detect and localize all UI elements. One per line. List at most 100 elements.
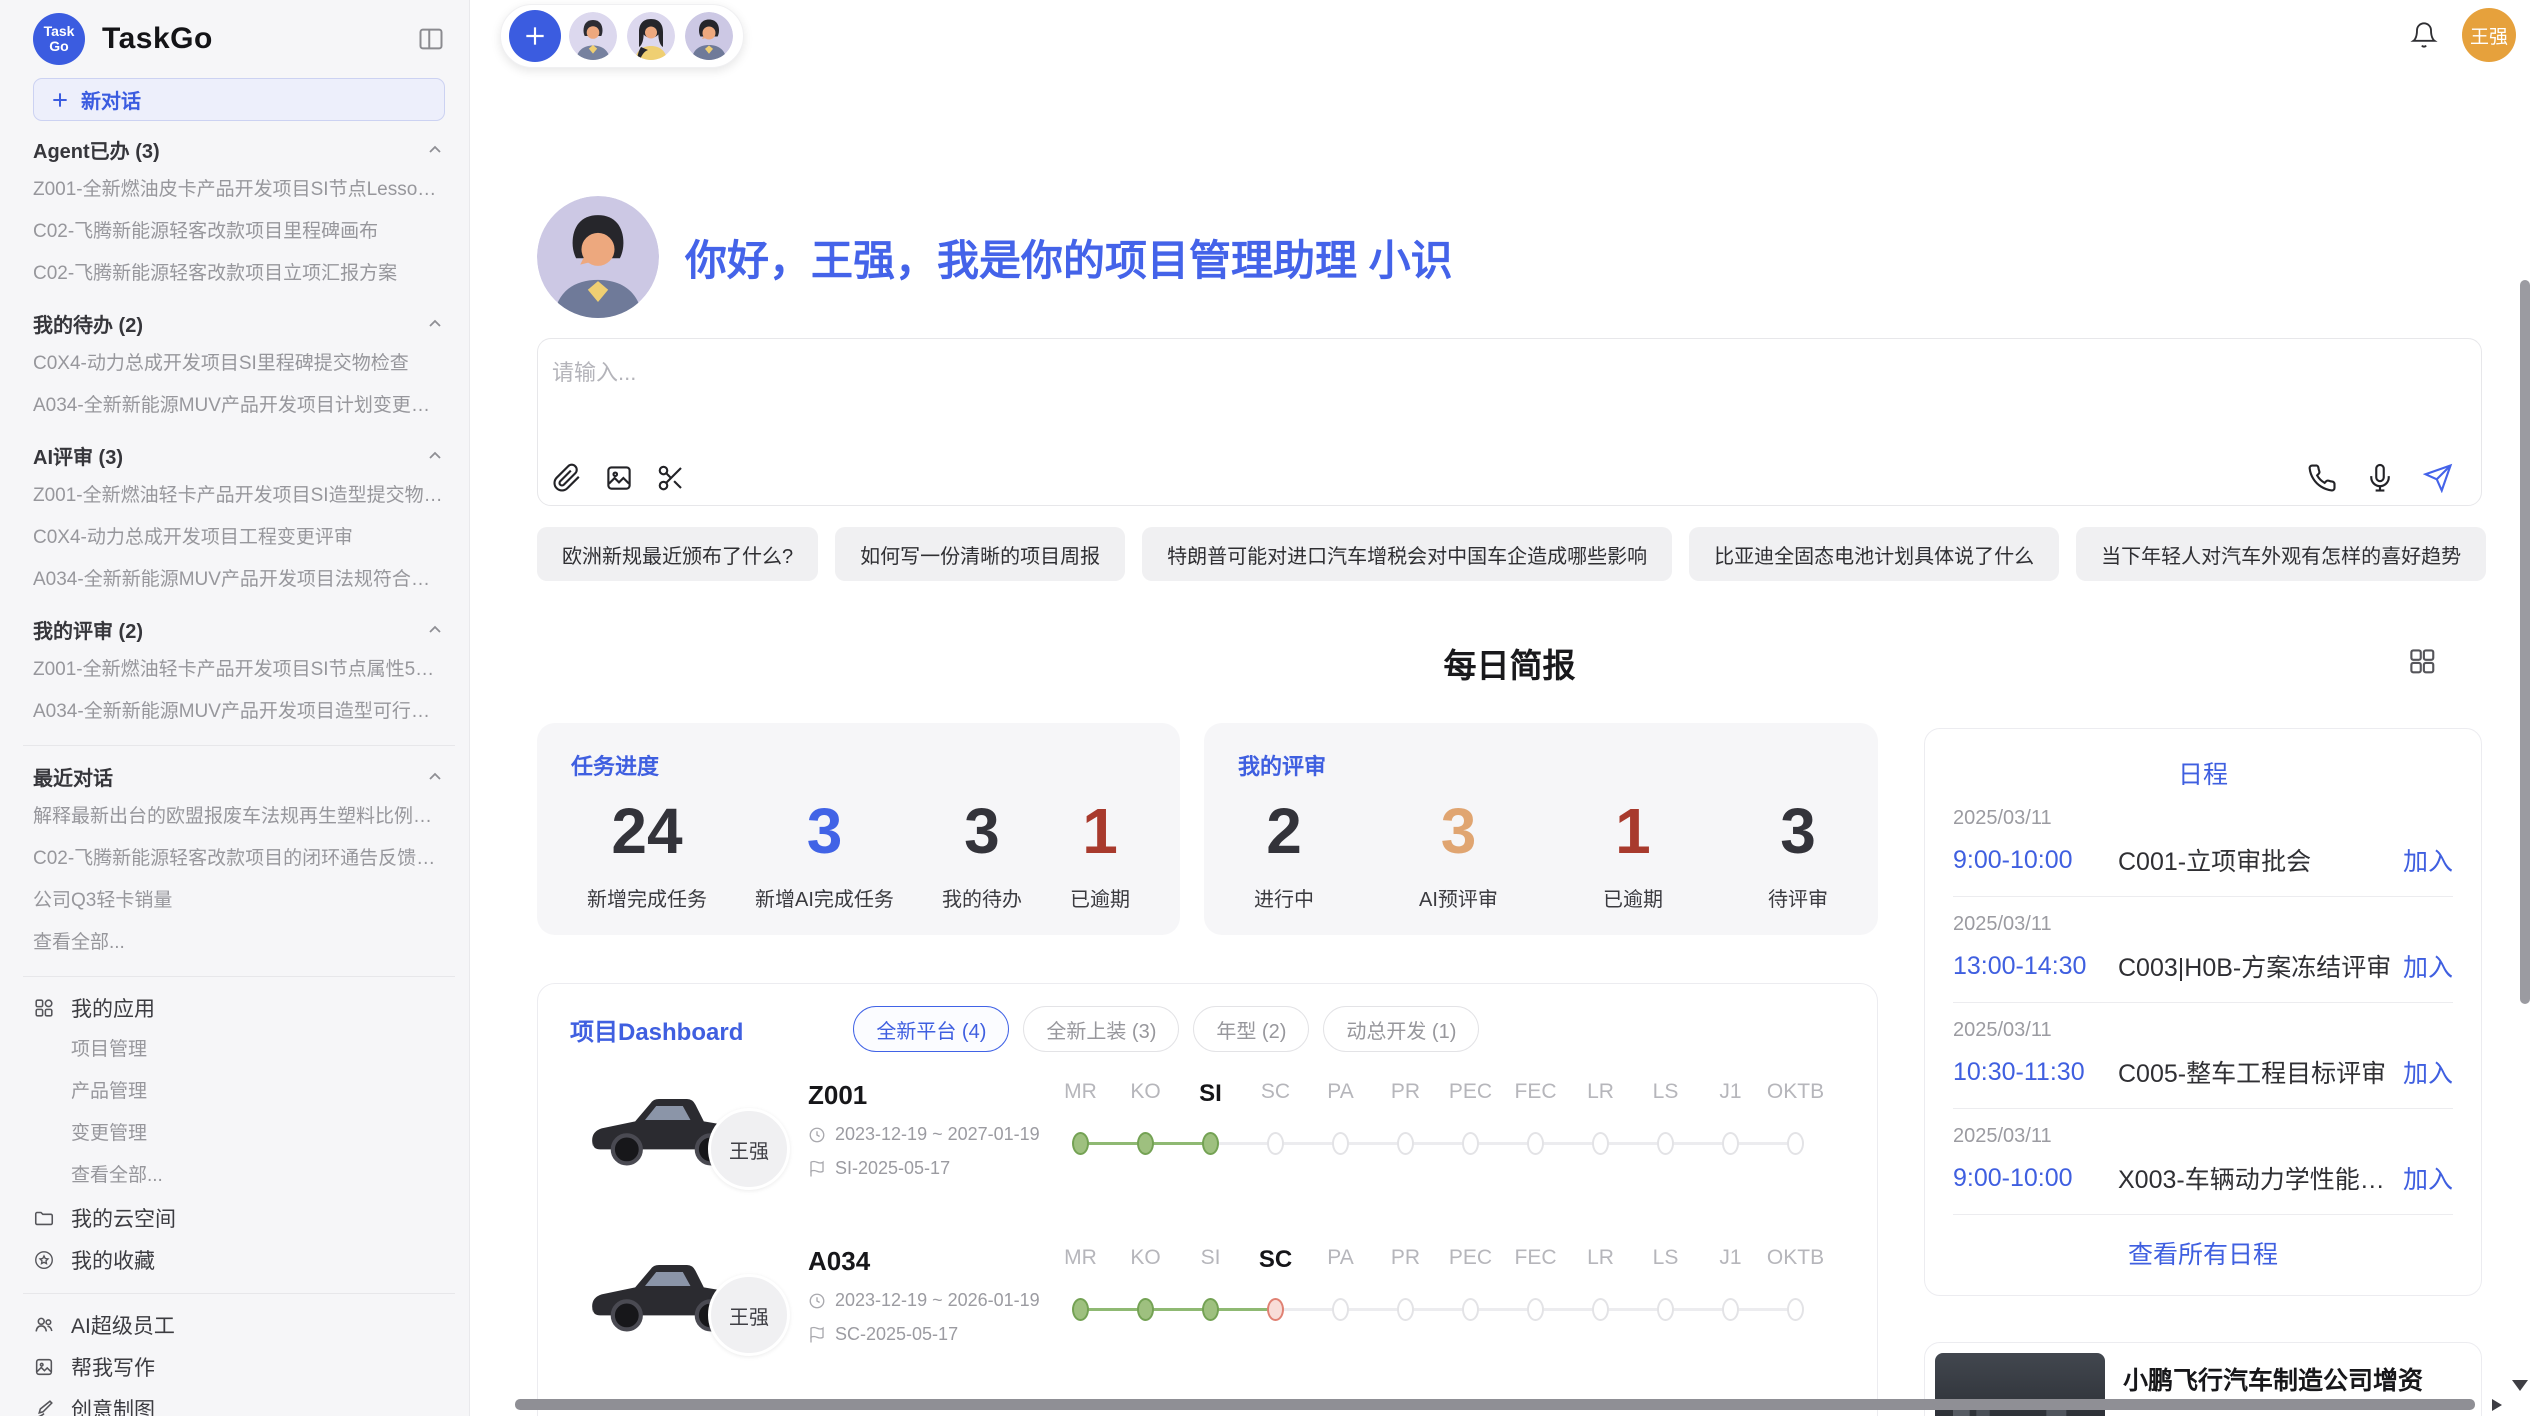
milestone-dot: [1787, 1298, 1804, 1321]
scissors-icon[interactable]: [656, 463, 686, 493]
metric: 24 新增完成任务: [587, 795, 707, 912]
send-icon[interactable]: [2423, 463, 2453, 493]
suggestion-chip[interactable]: 当下年轻人对汽车外观有怎样的喜好趋势: [2076, 527, 2486, 581]
schedule-event-title: X003-车辆动力学性能验...: [2118, 1160, 2403, 1196]
recent-view-all[interactable]: 查看全部...: [33, 922, 445, 964]
flag-label: SC-2025-05-17: [835, 1324, 958, 1345]
sidebar-item[interactable]: Z001-全新燃油轻卡产品开发项目SI节点属性5D文件评审: [33, 649, 445, 691]
metric-value: 3: [942, 795, 1022, 867]
image-icon[interactable]: [604, 463, 634, 493]
sidebar-item[interactable]: A034-全新新能源MUV产品开发项目造型可行性评审: [33, 691, 445, 733]
dashboard-tabs: 全新平台 (4) 全新上装 (3) 年型 (2) 动总开发 (1): [853, 1006, 1479, 1052]
milestone-dot: [1657, 1298, 1674, 1321]
mic-icon[interactable]: [2365, 463, 2395, 493]
scroll-right-arrow[interactable]: [2492, 1399, 2502, 1411]
sidebar-section-agent-done[interactable]: Agent已办 (3): [33, 129, 445, 169]
chevron-up-icon[interactable]: [425, 445, 445, 465]
recent-conversation[interactable]: 解释最新出台的欧盟报废车法规再生塑料比例被调至15%...: [33, 796, 445, 838]
join-link[interactable]: 加入: [2403, 1160, 2453, 1196]
schedule-date: 2025/03/11: [1953, 1019, 2453, 1042]
sidebar-section-my-review[interactable]: 我的评审 (2): [33, 609, 445, 649]
schedule-event-title: C001-立项审批会: [2118, 842, 2403, 878]
suggestion-chip[interactable]: 特朗普可能对进口汽车增税会对中国车企造成哪些影响: [1142, 527, 1672, 581]
metric: 1 已逾期: [1070, 795, 1130, 912]
project-row[interactable]: 王强 A034 2023-12-19 ~ 2026-01-19: [570, 1234, 1845, 1384]
tab-model-year[interactable]: 年型 (2): [1193, 1006, 1309, 1052]
project-row[interactable]: 王强 Z001 2023-12-19 ~ 2027-01-19: [570, 1068, 1845, 1218]
sidebar-item[interactable]: C0X4-动力总成开发项目工程变更评审: [33, 517, 445, 559]
recent-conversation[interactable]: 公司Q3轻卡销量: [33, 880, 445, 922]
apps-view-all[interactable]: 查看全部...: [33, 1155, 445, 1197]
sidebar-item[interactable]: Z001-全新燃油轻卡产品开发项目SI造型提交物评审: [33, 475, 445, 517]
milestone-dot-overdue: [1267, 1298, 1284, 1321]
sidebar-item-creative-draw[interactable]: 创意制图: [33, 1388, 445, 1416]
join-link[interactable]: 加入: [2403, 842, 2453, 878]
chevron-up-icon[interactable]: [425, 139, 445, 159]
section-title: AI评审 (3): [33, 441, 123, 470]
milestone-label: PA: [1308, 1080, 1373, 1108]
composer-attachments: [552, 463, 686, 493]
sidebar-item-ai-staff[interactable]: AI超级员工: [33, 1304, 445, 1346]
schedule-event-title: C005-整车工程目标评审: [2118, 1054, 2403, 1090]
metric-label: 新增完成任务: [587, 883, 707, 912]
paperclip-icon[interactable]: [552, 463, 582, 493]
horizontal-scrollbar[interactable]: [515, 1399, 2475, 1410]
tab-new-platform[interactable]: 全新平台 (4): [853, 1006, 1009, 1052]
sidebar-item[interactable]: Z001-全新燃油皮卡产品开发项目SI节点Lesson Learn报告: [33, 169, 445, 211]
vertical-scrollbar[interactable]: [2520, 280, 2530, 1004]
sidebar-section-recent[interactable]: 最近对话: [33, 756, 445, 796]
chevron-up-icon[interactable]: [425, 313, 445, 333]
milestone-dot-done: [1202, 1132, 1219, 1155]
sidebar: Task Go TaskGo 新对话 Agent已办 (3) Z001-全新燃油…: [0, 0, 470, 1416]
tab-new-body[interactable]: 全新上装 (3): [1023, 1006, 1179, 1052]
sidebar-app-item[interactable]: 变更管理: [33, 1113, 445, 1155]
join-link[interactable]: 加入: [2403, 1054, 2453, 1090]
owner-avatar: 王强: [708, 1274, 790, 1356]
project-dashboard-card: 项目Dashboard 全新平台 (4) 全新上装 (3) 年型 (2) 动总开…: [537, 983, 1878, 1416]
main-content: 你好，王强，我是你的项目管理助理 小识: [537, 0, 2482, 1416]
scroll-down-arrow[interactable]: [2512, 1380, 2528, 1391]
clock-icon: [808, 1292, 826, 1310]
plus-icon: [50, 90, 70, 110]
panel-collapse-icon[interactable]: [417, 25, 445, 53]
sidebar-app-item[interactable]: 项目管理: [33, 1029, 445, 1071]
milestone-dot-done: [1137, 1132, 1154, 1155]
sidebar-item[interactable]: C0X4-动力总成开发项目SI里程碑提交物检查: [33, 343, 445, 385]
tab-powertrain[interactable]: 动总开发 (1): [1323, 1006, 1479, 1052]
sidebar-item-cloud-space[interactable]: 我的云空间: [33, 1197, 445, 1239]
divider: [23, 976, 455, 977]
sidebar-item-label: 我的收藏: [71, 1245, 155, 1275]
project-info: A034 2023-12-19 ~ 2026-01-19 SC-2025-05-…: [808, 1234, 1048, 1384]
suggestion-chip[interactable]: 比亚迪全固态电池计划具体说了什么: [1689, 527, 2059, 581]
view-all-schedule-link[interactable]: 查看所有日程: [1953, 1215, 2453, 1289]
sidebar-item-help-write[interactable]: 帮我写作: [33, 1346, 445, 1388]
sidebar-section-ai-review[interactable]: AI评审 (3): [33, 435, 445, 475]
join-link[interactable]: 加入: [2403, 948, 2453, 984]
chat-input[interactable]: [552, 351, 1718, 395]
milestone-dot: [1592, 1298, 1609, 1321]
sidebar-item[interactable]: A034-全新新能源MUV产品开发项目计划变更表编写: [33, 385, 445, 427]
sidebar-section-my-todo[interactable]: 我的待办 (2): [33, 303, 445, 343]
sidebar-item[interactable]: A034-全新新能源MUV产品开发项目法规符合性评审: [33, 559, 445, 601]
milestone-label: LS: [1633, 1080, 1698, 1108]
stats-cards: 任务进度 24 新增完成任务 3 新增AI完成任务: [537, 723, 1878, 935]
recent-conversation[interactable]: C02-飞腾新能源轻客改款项目的闭环通告反馈情况: [33, 838, 445, 880]
sidebar-item-favorites[interactable]: 我的收藏: [33, 1239, 445, 1281]
sidebar-app-item[interactable]: 产品管理: [33, 1071, 445, 1113]
card-title: 我的评审: [1238, 749, 1844, 781]
new-chat-button[interactable]: 新对话: [33, 78, 445, 121]
milestone-label: J1: [1698, 1080, 1763, 1108]
chevron-up-icon[interactable]: [425, 619, 445, 639]
suggestion-chip[interactable]: 欧洲新规最近颁布了什么?: [537, 527, 818, 581]
sidebar-item[interactable]: C02-飞腾新能源轻客改款项目立项汇报方案: [33, 253, 445, 295]
suggestion-chip[interactable]: 如何写一份清晰的项目周报: [835, 527, 1125, 581]
chevron-up-icon[interactable]: [425, 766, 445, 786]
milestone-label: PR: [1373, 1246, 1438, 1274]
milestone-dots: [1048, 1124, 1845, 1164]
phone-icon[interactable]: [2307, 463, 2337, 493]
sidebar-item[interactable]: C02-飞腾新能源轻客改款项目里程碑画布: [33, 211, 445, 253]
milestone-dot-done: [1202, 1298, 1219, 1321]
sidebar-item-my-apps[interactable]: 我的应用: [33, 987, 445, 1029]
grid-icon[interactable]: [2407, 646, 2437, 676]
milestone-label: SC: [1243, 1080, 1308, 1108]
